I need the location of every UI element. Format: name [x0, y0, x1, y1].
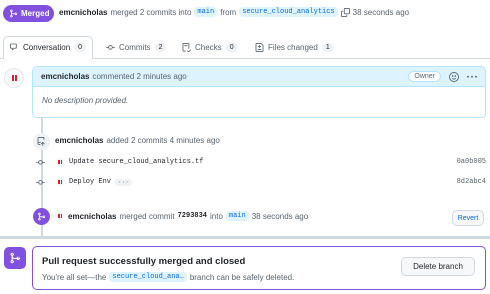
revert-button[interactable]: Revert	[452, 210, 484, 226]
commits-added-event: emcnicholas added 2 commits 4 minutes ag…	[55, 136, 220, 145]
git-commit-icon	[36, 179, 45, 185]
commit-row: Deploy Env ··· 8d2abc4	[36, 175, 488, 189]
tab-commits[interactable]: Commits 2	[106, 36, 167, 59]
from-word: from	[220, 7, 237, 17]
expand-commit-button[interactable]: ···	[115, 178, 132, 186]
tab-files-label: Files changed	[268, 43, 318, 52]
summary-action: merged 2 commits into	[110, 7, 192, 17]
comment-author[interactable]: emcnicholas	[41, 72, 89, 81]
avatar[interactable]	[55, 157, 65, 167]
merge-status-box: Pull request successfully merged and clo…	[32, 246, 486, 290]
desc-prefix: You're all set—the	[42, 272, 107, 282]
comment-body: No description provided.	[42, 96, 129, 105]
base-branch[interactable]: main	[194, 7, 218, 17]
copy-icon[interactable]	[340, 7, 350, 17]
merge-status-desc: You're all set—the secure_cloud_ana… bra…	[42, 272, 294, 282]
git-commit-icon	[36, 159, 45, 165]
event-author[interactable]: emcnicholas	[55, 136, 103, 145]
avatar[interactable]	[4, 68, 24, 88]
merge-status-title: Pull request successfully merged and clo…	[42, 256, 246, 267]
tab-checks-label: Checks	[195, 43, 222, 52]
timeline-divider	[0, 236, 490, 239]
tab-commits-count: 2	[154, 43, 167, 52]
author-link[interactable]: emcnicholas	[59, 8, 107, 17]
merged-state-badge: Merged	[3, 5, 54, 22]
event-action: added 2 commits 4 minutes ago	[106, 136, 220, 145]
tab-checks-count: 0	[225, 43, 238, 52]
kebab-horizontal-icon[interactable]	[467, 72, 477, 82]
comment-discussion-icon	[10, 43, 17, 51]
merged-event: emcnicholas merged commit 7293834 into m…	[55, 211, 308, 221]
comment-action: commented 2 minutes ago	[92, 72, 187, 81]
file-diff-icon	[255, 43, 264, 52]
smiley-icon[interactable]	[449, 72, 459, 82]
summary-time: 38 seconds ago	[352, 7, 410, 17]
commit-sha[interactable]: 8d2abc4	[457, 178, 486, 186]
target-branch[interactable]: main	[225, 211, 249, 221]
git-commit-icon	[106, 45, 115, 50]
merged-branch[interactable]: secure_cloud_ana…	[109, 272, 187, 282]
commit-message[interactable]: Update secure_cloud_analytics.tf	[69, 158, 203, 166]
tab-conversation[interactable]: Conversation 0	[3, 36, 94, 59]
pr-description-comment: emcnicholas commented 2 minutes ago Owne…	[32, 66, 486, 118]
repo-push-icon	[33, 133, 50, 150]
owner-badge: Owner	[408, 71, 441, 82]
git-merge-icon	[10, 9, 18, 18]
pr-summary: emcnicholas merged 2 commits into main f…	[59, 7, 409, 17]
delete-branch-button[interactable]: Delete branch	[401, 257, 475, 276]
into-word: into	[210, 211, 223, 221]
avatar[interactable]	[55, 177, 65, 187]
tab-conversation-count: 0	[74, 43, 87, 52]
desc-suffix: branch can be safely deleted.	[189, 272, 295, 282]
tab-files-count: 1	[321, 43, 334, 52]
tab-commits-label: Commits	[119, 43, 151, 52]
pr-tabs: Conversation 0 Commits 2 Checks 0 Files …	[0, 36, 490, 59]
git-merge-icon	[4, 247, 26, 269]
tab-conversation-label: Conversation	[23, 43, 71, 52]
merge-action: merged commit	[119, 211, 175, 221]
commit-row: Update secure_cloud_analytics.tf 0a0b005	[36, 155, 488, 169]
commit-sha[interactable]: 0a0b005	[457, 158, 486, 166]
event-author[interactable]: emcnicholas	[68, 212, 116, 221]
head-branch[interactable]: secure_cloud_analytics	[239, 7, 338, 17]
tab-checks[interactable]: Checks 0	[182, 36, 238, 59]
commit-message[interactable]: Deploy Env	[69, 178, 111, 186]
git-merge-icon	[33, 208, 50, 225]
merge-commit-sha[interactable]: 7293834	[178, 212, 207, 220]
state-label: Merged	[21, 9, 50, 18]
merge-time: 38 seconds ago	[251, 211, 309, 221]
avatar[interactable]	[55, 211, 65, 221]
checklist-icon	[182, 43, 191, 52]
tab-files-changed[interactable]: Files changed 1	[255, 36, 334, 59]
